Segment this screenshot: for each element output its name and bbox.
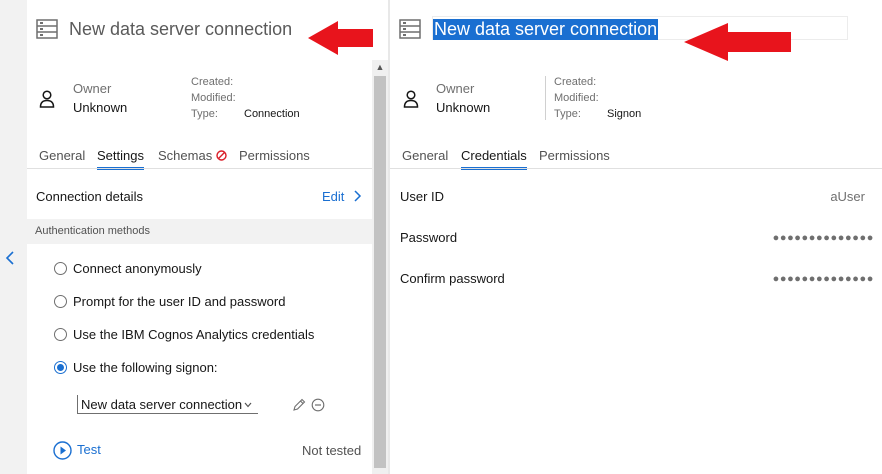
signon-properties-panel: New data server connection Owner Unknown… bbox=[390, 0, 882, 474]
owner-label: Owner bbox=[73, 81, 112, 96]
left-panel-scrollbar[interactable]: ▲ bbox=[372, 60, 388, 474]
confirm-password-label: Confirm password bbox=[400, 271, 505, 286]
panel-title[interactable]: New data server connection bbox=[69, 19, 292, 40]
connection-details-label: Connection details bbox=[36, 189, 143, 204]
owner-value: Unknown bbox=[436, 100, 491, 115]
collapsed-side-strip bbox=[0, 0, 27, 474]
user-id-label: User ID bbox=[400, 189, 445, 204]
radio-label: Use the IBM Cognos Analytics credentials bbox=[73, 327, 315, 342]
pencil-icon[interactable] bbox=[292, 398, 306, 412]
tab-settings[interactable]: Settings bbox=[97, 148, 144, 170]
signon-selected-value: New data server connection bbox=[81, 397, 243, 412]
play-icon bbox=[53, 441, 72, 460]
tab-schemas[interactable]: Schemas bbox=[158, 148, 227, 167]
tab-permissions[interactable]: Permissions bbox=[239, 148, 310, 167]
test-status: Not tested bbox=[302, 443, 362, 458]
radio-prompt-credentials[interactable]: Prompt for the user ID and password bbox=[54, 294, 324, 312]
radio-following-signon[interactable]: Use the following signon: bbox=[54, 360, 254, 378]
data-server-icon bbox=[399, 19, 421, 39]
tab-general[interactable]: General bbox=[402, 148, 448, 167]
auth-methods-header: Authentication methods bbox=[27, 219, 372, 244]
radio-button-selected[interactable] bbox=[54, 361, 67, 374]
chevron-left-icon[interactable] bbox=[3, 249, 19, 267]
radio-cognos-credentials[interactable]: Use the IBM Cognos Analytics credentials bbox=[54, 327, 344, 345]
owner-value: Unknown bbox=[73, 100, 128, 115]
signon-dropdown[interactable]: New data server connection bbox=[77, 395, 258, 414]
created-label: Created: bbox=[554, 76, 597, 88]
user-icon bbox=[39, 90, 55, 108]
user-icon bbox=[403, 90, 419, 108]
chevron-down-icon bbox=[244, 402, 252, 408]
password-label: Password bbox=[400, 230, 458, 245]
modified-label: Modified: bbox=[554, 92, 599, 104]
test-label: Test bbox=[77, 442, 101, 457]
scroll-up-arrow-icon[interactable]: ▲ bbox=[372, 60, 388, 74]
error-icon bbox=[216, 150, 227, 161]
annotation-arrow-icon bbox=[308, 21, 373, 55]
chevron-right-icon bbox=[354, 190, 362, 202]
tab-schemas-label: Schemas bbox=[158, 148, 213, 163]
radio-label: Prompt for the user ID and password bbox=[73, 294, 286, 309]
confirm-password-value[interactable]: ●●●●●●●●●●●●●● bbox=[773, 273, 874, 285]
annotation-arrow-icon bbox=[684, 23, 791, 61]
tab-general[interactable]: General bbox=[39, 148, 85, 167]
dropdown-edge bbox=[77, 395, 78, 414]
tab-divider bbox=[27, 168, 372, 169]
radio-label: Connect anonymously bbox=[73, 261, 202, 276]
type-value: Connection bbox=[244, 108, 300, 120]
scroll-thumb[interactable] bbox=[374, 76, 386, 468]
tab-divider bbox=[390, 168, 882, 169]
created-label: Created: bbox=[191, 76, 234, 88]
edit-link-label: Edit bbox=[322, 189, 345, 204]
type-label: Type: bbox=[191, 108, 218, 120]
user-id-value[interactable]: aUser bbox=[830, 189, 865, 204]
password-value[interactable]: ●●●●●●●●●●●●●● bbox=[773, 232, 874, 244]
radio-button[interactable] bbox=[54, 328, 67, 341]
radio-button[interactable] bbox=[54, 262, 67, 275]
type-label: Type: bbox=[554, 108, 581, 120]
tab-permissions[interactable]: Permissions bbox=[539, 148, 610, 167]
edit-connection-link[interactable]: Edit bbox=[322, 189, 362, 204]
modified-label: Modified: bbox=[191, 92, 236, 104]
panel-title-selected[interactable]: New data server connection bbox=[433, 19, 659, 40]
remove-icon[interactable] bbox=[311, 398, 325, 412]
connection-properties-panel: New data server connection Owner Unknown… bbox=[27, 0, 372, 474]
auth-methods-label: Authentication methods bbox=[35, 225, 150, 237]
data-server-icon bbox=[36, 19, 58, 39]
radio-connect-anonymously[interactable]: Connect anonymously bbox=[54, 261, 314, 279]
meta-divider bbox=[545, 76, 546, 120]
radio-button[interactable] bbox=[54, 295, 67, 308]
owner-label: Owner bbox=[436, 81, 475, 96]
tab-credentials[interactable]: Credentials bbox=[461, 148, 527, 170]
radio-label: Use the following signon: bbox=[73, 360, 218, 375]
type-value: Signon bbox=[607, 108, 642, 120]
